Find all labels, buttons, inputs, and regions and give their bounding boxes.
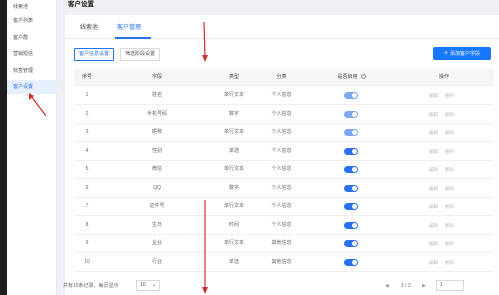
arrow-to-bottom	[202, 200, 208, 294]
arrow-to-table	[202, 21, 208, 62]
annotation-arrows	[29, 21, 208, 294]
app-root: 线索池 客户列表 客户群 营销短信 标签管理 客户设置 客户设置 线索池 客户管…	[0, 0, 499, 295]
arrow-to-sidebar	[29, 93, 47, 117]
